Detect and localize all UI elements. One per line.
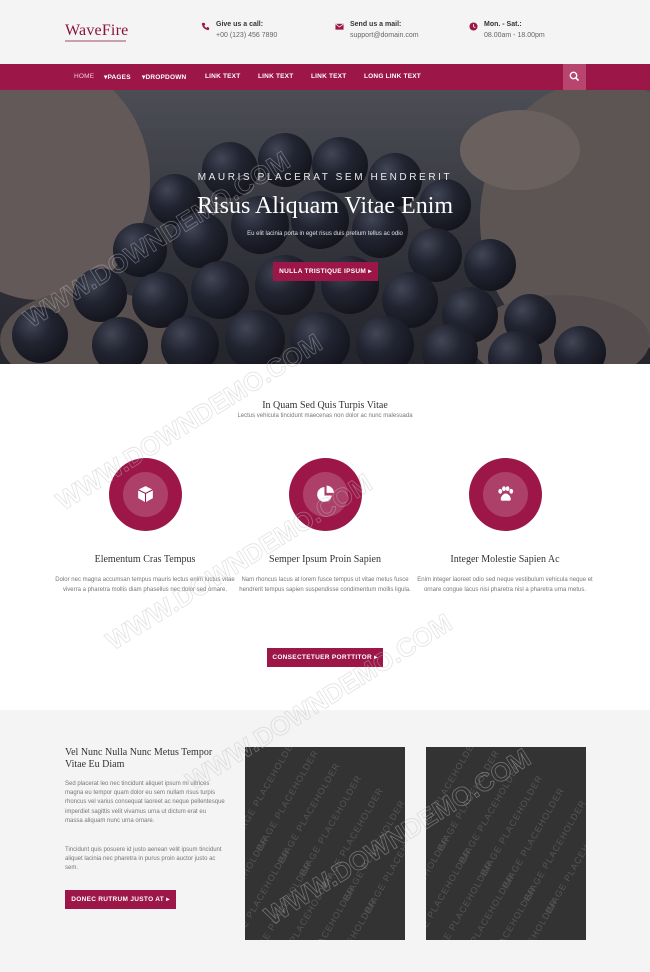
content-paragraph: Tincidunt quis posuere id justo aenean v… — [65, 847, 222, 872]
contact-label: Mon. - Sat.: — [484, 21, 522, 28]
feature-icon-circle — [109, 458, 182, 531]
feature-icon-circle — [469, 458, 542, 531]
image-placeholder: IMAGE PLACEHOLDER IMAGE PLACEHOLDER IMAG… — [245, 747, 405, 940]
feature-text: Dolor nec magna accumsan tempus mauris l… — [55, 577, 235, 593]
contact-label: Send us a mail: — [350, 21, 402, 28]
feature-title: Integer Molestie Sapien Ac — [450, 554, 560, 565]
features-cta-button[interactable]: CONSECTETUER PORTTITOR ▸ — [267, 648, 383, 667]
features-title: In Quam Sed Quis Turpis Vitae — [262, 400, 388, 411]
button-label: NULLA TRISTIQUE IPSUM — [279, 268, 367, 275]
phone-icon — [201, 22, 210, 31]
hero-subtitle: MAURIS PLACERAT SEM HENDRERIT — [197, 172, 453, 183]
hero-background-image — [0, 90, 650, 364]
features-subtitle: Lectus vehicula tincidunt maecenas non d… — [237, 413, 413, 419]
pie-chart-icon — [317, 485, 334, 502]
hero-description: Eu elit lacinia porta in eget risus duis… — [247, 231, 403, 237]
box-icon — [137, 486, 154, 503]
contact-value: support@domain.com — [350, 32, 419, 39]
chevron-right-icon: ▸ — [374, 654, 378, 661]
nav-item-label: DROPDOWN — [145, 74, 187, 81]
hero-cta-button[interactable]: NULLA TRISTIQUE IPSUM ▸ — [273, 262, 378, 281]
search-button[interactable] — [563, 64, 586, 90]
top-bar: WaveFire Give us a call: +00 (123) 456 7… — [0, 0, 650, 64]
nav-item-link-1[interactable]: LINK TEXT — [205, 73, 240, 80]
content-title: Vel Nunc Nulla Nunc Metus Tempor Vitae E… — [65, 747, 213, 770]
nav-item-link-3[interactable]: LINK TEXT — [311, 73, 346, 80]
feature-title: Semper Ipsum Proin Sapien — [269, 554, 381, 565]
feature-text: Nam rhoncus lacus at lorem fusce tempus … — [239, 577, 411, 593]
logo-underline — [65, 40, 126, 42]
contact-label: Give us a call: — [216, 21, 264, 28]
nav-item-long-link[interactable]: LONG LINK TEXT — [364, 73, 421, 80]
site-logo[interactable]: WaveFire — [65, 22, 128, 40]
contact-value: 08.00am - 18.00pm — [484, 32, 545, 39]
content-cta-button[interactable]: DONEC RUTRUM JUSTO AT ▸ — [65, 890, 176, 909]
image-placeholder: IMAGE PLACEHOLDER IMAGE PLACEHOLDER IMAG… — [426, 747, 586, 940]
hero-banner: MAURIS PLACERAT SEM HENDRERIT Risus Aliq… — [0, 90, 650, 364]
feature-title: Elementum Cras Tempus — [94, 554, 196, 565]
contact-value: +00 (123) 456 7890 — [216, 32, 278, 39]
nav-item-label: PAGES — [107, 74, 131, 81]
hero-title: Risus Aliquam Vitae Enim — [196, 193, 454, 219]
nav-item-dropdown[interactable]: ▾DROPDOWN — [142, 73, 186, 81]
search-icon — [569, 71, 580, 82]
chevron-right-icon: ▸ — [368, 268, 372, 275]
button-label: DONEC RUTRUM JUSTO AT — [71, 896, 165, 903]
button-label: CONSECTETUER PORTTITOR — [272, 654, 372, 661]
feature-icon-circle — [289, 458, 362, 531]
paw-icon — [498, 486, 514, 501]
chevron-right-icon: ▸ — [166, 896, 170, 903]
content-section: Vel Nunc Nulla Nunc Metus Tempor Vitae E… — [0, 710, 650, 972]
feature-text: Enim integer laoreet odio sed neque vest… — [417, 577, 593, 593]
mail-icon — [335, 23, 344, 30]
nav-item-link-2[interactable]: LINK TEXT — [258, 73, 293, 80]
clock-icon — [469, 22, 478, 31]
nav-item-pages[interactable]: ▾PAGES — [104, 73, 131, 81]
nav-item-home[interactable]: HOME — [74, 73, 94, 80]
main-nav: HOME ▾PAGES ▾DROPDOWN LINK TEXT LINK TEX… — [0, 64, 650, 90]
content-paragraph: Sed placerat leo nec tincidunt aliquet i… — [65, 781, 225, 824]
